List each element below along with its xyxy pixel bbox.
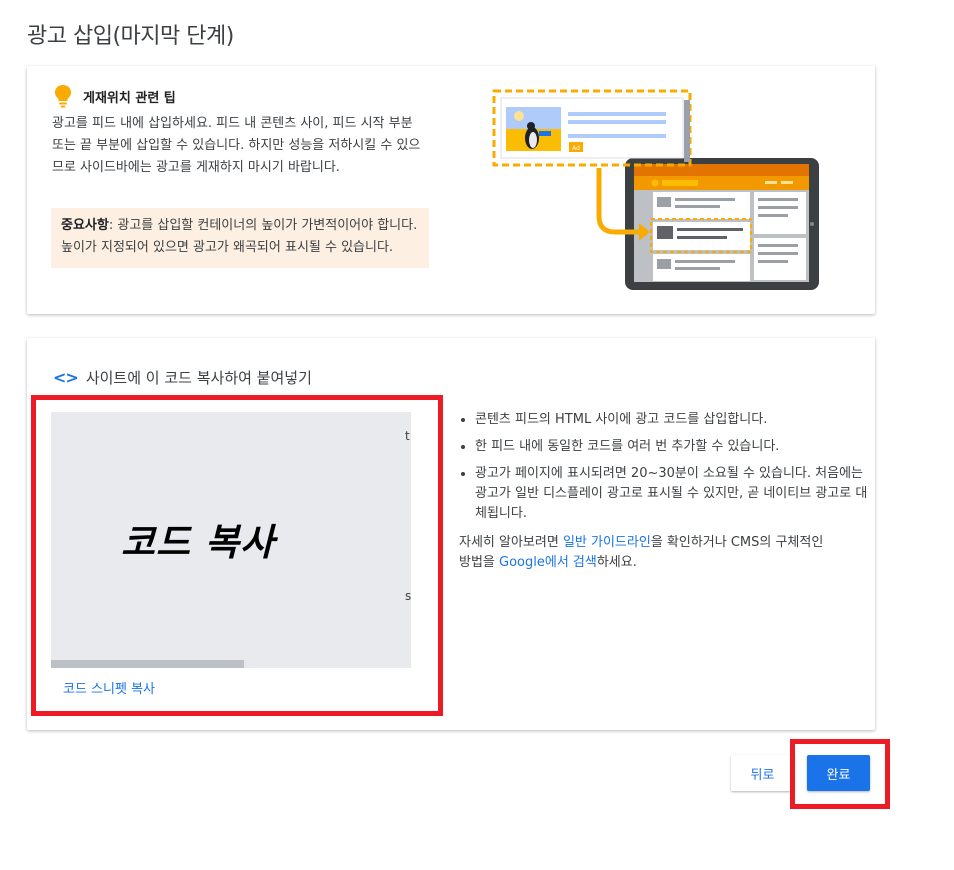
- tips-card: 게재위치 관련 팁 광고를 피드 내에 삽입하세요. 피드 내 콘텐츠 사이, …: [27, 66, 875, 314]
- tips-body: 광고를 피드 내에 삽입하세요. 피드 내 콘텐츠 사이, 피드 시작 부분 또…: [52, 116, 421, 175]
- learn-more-prefix: 자세히 알아보려면: [459, 535, 563, 550]
- page-title: 광고 삽입(마지막 단계): [27, 24, 234, 49]
- list-item: 광고가 페이지에 표시되려면 20~30분이 소요될 수 있습니다. 처음에는 …: [475, 464, 870, 524]
- highlight-frame-done: [790, 739, 890, 809]
- tips-header: 게재위치 관련 팁: [53, 84, 176, 108]
- list-item: 콘텐츠 피드의 HTML 사이에 광고 코드를 삽입합니다.: [475, 410, 870, 430]
- highlight-frame-code: [31, 395, 443, 716]
- general-guidelines-link[interactable]: 일반 가이드라인: [563, 535, 651, 550]
- code-header: <> 사이트에 이 코드 복사하여 붙여넣기: [53, 367, 312, 388]
- ad-badge-text: Ad: [572, 145, 580, 152]
- important-label: 중요사항: [61, 218, 109, 233]
- instructions-list: 콘텐츠 피드의 HTML 사이에 광고 코드를 삽입합니다. 한 피드 내에 동…: [455, 410, 870, 531]
- important-note: 중요사항: 광고를 삽입할 컨테이너의 높이가 가변적이어야 합니다. 높이가 …: [51, 208, 429, 268]
- lightbulb-icon: [55, 85, 71, 108]
- placement-illustration: Ad: [492, 89, 819, 290]
- back-button[interactable]: 뒤로: [731, 755, 794, 791]
- google-search-link[interactable]: Google에서 검색: [499, 555, 597, 570]
- learn-more-suffix: 하세요.: [596, 555, 637, 570]
- learn-more-text: 자세히 알아보려면 일반 가이드라인을 확인하거나 CMS의 구체적인 방법을 …: [459, 533, 839, 573]
- code-icon: <>: [53, 368, 79, 387]
- list-item: 한 피드 내에 동일한 코드를 여러 번 추가할 수 있습니다.: [475, 437, 870, 457]
- important-text: : 광고를 삽입할 컨테이너의 높이가 가변적이어야 합니다. 높이가 지정되어…: [61, 218, 418, 255]
- code-heading: 사이트에 이 코드 복사하여 붙여넣기: [85, 369, 312, 387]
- tips-heading: 게재위치 관련 팁: [83, 90, 176, 106]
